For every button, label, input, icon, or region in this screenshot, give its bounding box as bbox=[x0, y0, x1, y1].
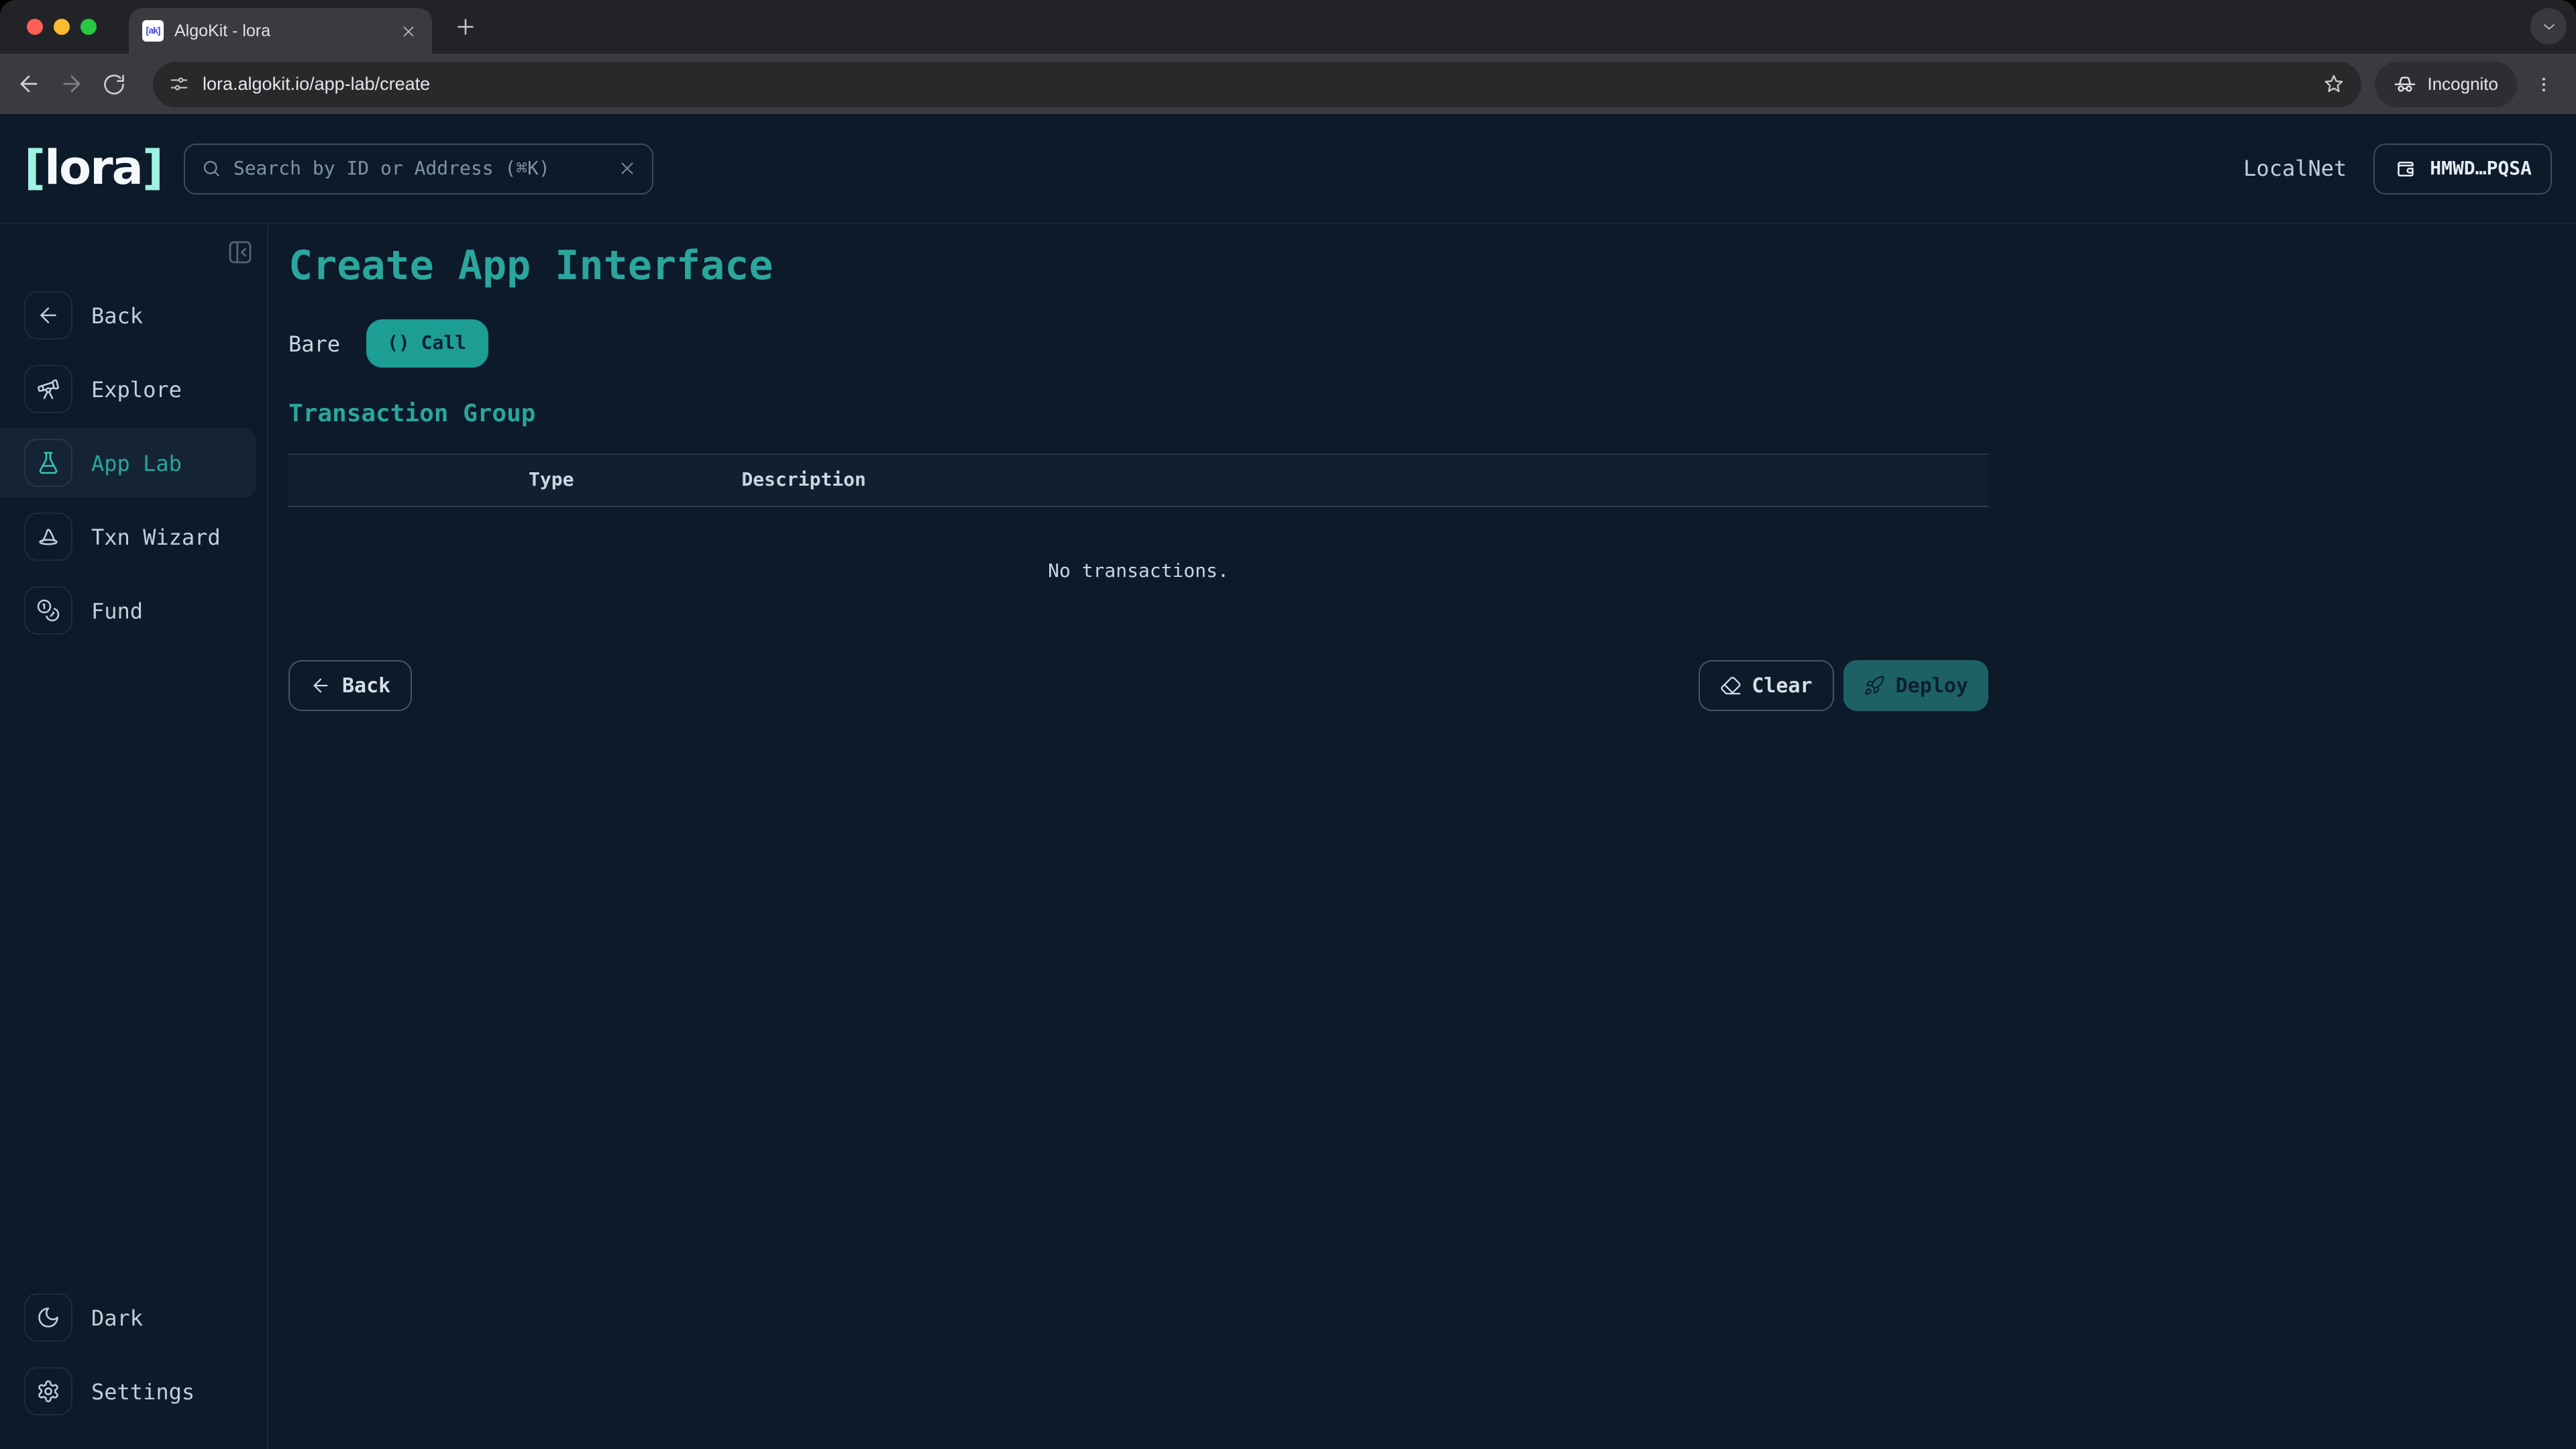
telescope-icon bbox=[24, 365, 72, 413]
lora-logo[interactable]: [lora] bbox=[24, 142, 162, 195]
site-settings-icon[interactable] bbox=[169, 74, 189, 94]
sidebar-item-label: Dark bbox=[91, 1305, 143, 1330]
logo-bracket-close: ] bbox=[142, 142, 162, 195]
logo-bracket-open: [ bbox=[24, 142, 44, 195]
section-title: Transaction Group bbox=[288, 400, 2576, 428]
clear-button-label: Clear bbox=[1752, 674, 1812, 698]
call-type-toggle: Bare () Call bbox=[288, 319, 2576, 368]
sidebar-item-label: App Lab bbox=[91, 450, 182, 476]
app-root: [lora] LocalNet HMWD…PQSA bbox=[0, 114, 2576, 1449]
sidebar-item-label: Fund bbox=[91, 598, 143, 623]
wallet-button[interactable]: HMWD…PQSA bbox=[2373, 143, 2552, 194]
toggle-option-bare[interactable]: Bare bbox=[288, 331, 340, 356]
sidebar-item-label: Back bbox=[91, 303, 143, 328]
sidebar-nav: Back Explore App Lab bbox=[0, 291, 267, 635]
toggle-option-call[interactable]: () Call bbox=[366, 319, 488, 368]
tab-title: AlgoKit - lora bbox=[174, 21, 386, 40]
browser-tab[interactable]: [ak] AlgoKit - lora bbox=[129, 8, 432, 54]
back-button-label: Back bbox=[342, 674, 390, 698]
incognito-label: Incognito bbox=[2427, 74, 2498, 94]
search-box[interactable] bbox=[184, 143, 653, 194]
window-close-button[interactable] bbox=[27, 19, 43, 35]
tab-favicon: [ak] bbox=[142, 20, 164, 42]
arrow-left-icon bbox=[24, 291, 72, 339]
sidebar-item-explore[interactable]: Explore bbox=[0, 365, 267, 413]
window-controls bbox=[27, 19, 97, 35]
sidebar-item-back[interactable]: Back bbox=[0, 291, 267, 339]
sidebar: Back Explore App Lab bbox=[0, 224, 268, 1449]
sidebar-item-txn-wizard[interactable]: Txn Wizard bbox=[0, 513, 267, 561]
table-header-row: Type Description bbox=[288, 453, 1988, 507]
flask-icon bbox=[24, 439, 72, 487]
url-text[interactable]: lora.algokit.io/app-lab/create bbox=[203, 74, 2309, 94]
window-minimize-button[interactable] bbox=[54, 19, 70, 35]
sidebar-footer: Dark Settings bbox=[0, 1293, 267, 1415]
wizard-hat-icon bbox=[24, 513, 72, 561]
network-label: LocalNet bbox=[2243, 156, 2347, 181]
main-content: Create App Interface Bare () Call Transa… bbox=[268, 224, 2576, 1449]
header-right: LocalNet HMWD…PQSA bbox=[2243, 143, 2552, 194]
tab-search-button[interactable] bbox=[2530, 8, 2567, 44]
sidebar-item-fund[interactable]: Fund bbox=[0, 586, 267, 635]
eraser-icon bbox=[1719, 675, 1741, 696]
sidebar-item-settings[interactable]: Settings bbox=[0, 1367, 267, 1415]
sidebar-item-label: Explore bbox=[91, 376, 182, 402]
column-header-type: Type bbox=[529, 470, 574, 491]
tab-strip: [ak] AlgoKit - lora bbox=[0, 0, 2576, 54]
gear-icon bbox=[24, 1367, 72, 1415]
column-header-description: Description bbox=[741, 470, 865, 491]
app-body: Back Explore App Lab bbox=[0, 224, 2576, 1449]
search-icon bbox=[201, 158, 221, 178]
actions-row: Back Clear Deploy bbox=[288, 660, 1988, 711]
bookmark-star-icon[interactable] bbox=[2322, 72, 2345, 95]
url-bar[interactable]: lora.algokit.io/app-lab/create bbox=[153, 61, 2361, 107]
incognito-badge: Incognito bbox=[2375, 61, 2517, 107]
deploy-button-label: Deploy bbox=[1896, 674, 1968, 698]
page-title: Create App Interface bbox=[288, 243, 2576, 290]
app-header: [lora] LocalNet HMWD…PQSA bbox=[0, 114, 2576, 224]
search-clear-icon[interactable] bbox=[619, 160, 636, 177]
wallet-address: HMWD…PQSA bbox=[2430, 158, 2532, 179]
clear-button[interactable]: Clear bbox=[1698, 660, 1833, 711]
sidebar-item-theme-toggle[interactable]: Dark bbox=[0, 1293, 267, 1342]
table-empty-state: No transactions. bbox=[288, 507, 1988, 631]
sidebar-collapse-icon[interactable] bbox=[227, 239, 254, 266]
moon-icon bbox=[24, 1293, 72, 1342]
transaction-table: Type Description No transactions. bbox=[288, 453, 1988, 631]
logo-name: lora bbox=[44, 142, 142, 195]
forward-nav-icon[interactable] bbox=[50, 62, 93, 105]
sidebar-item-label: Txn Wizard bbox=[91, 524, 221, 549]
sidebar-item-app-lab[interactable]: App Lab bbox=[0, 439, 267, 487]
browser-menu-icon[interactable] bbox=[2525, 65, 2563, 103]
search-input[interactable] bbox=[233, 158, 606, 179]
tab-close-icon[interactable] bbox=[397, 20, 419, 42]
wallet-icon bbox=[2394, 156, 2418, 180]
arrow-left-icon bbox=[310, 675, 331, 696]
deploy-button[interactable]: Deploy bbox=[1843, 660, 1988, 711]
rocket-icon bbox=[1864, 675, 1885, 696]
back-nav-icon[interactable] bbox=[7, 62, 50, 105]
incognito-icon bbox=[2394, 72, 2416, 95]
window-zoom-button[interactable] bbox=[80, 19, 97, 35]
sidebar-item-label: Settings bbox=[91, 1379, 195, 1404]
back-button[interactable]: Back bbox=[288, 660, 412, 711]
new-tab-button[interactable] bbox=[453, 15, 478, 39]
reload-icon[interactable] bbox=[93, 62, 136, 105]
browser-window: [ak] AlgoKit - lora lora.algokit.io/a bbox=[0, 0, 2576, 1449]
coins-icon bbox=[24, 586, 72, 635]
browser-toolbar: lora.algokit.io/app-lab/create Incognito bbox=[0, 54, 2576, 114]
